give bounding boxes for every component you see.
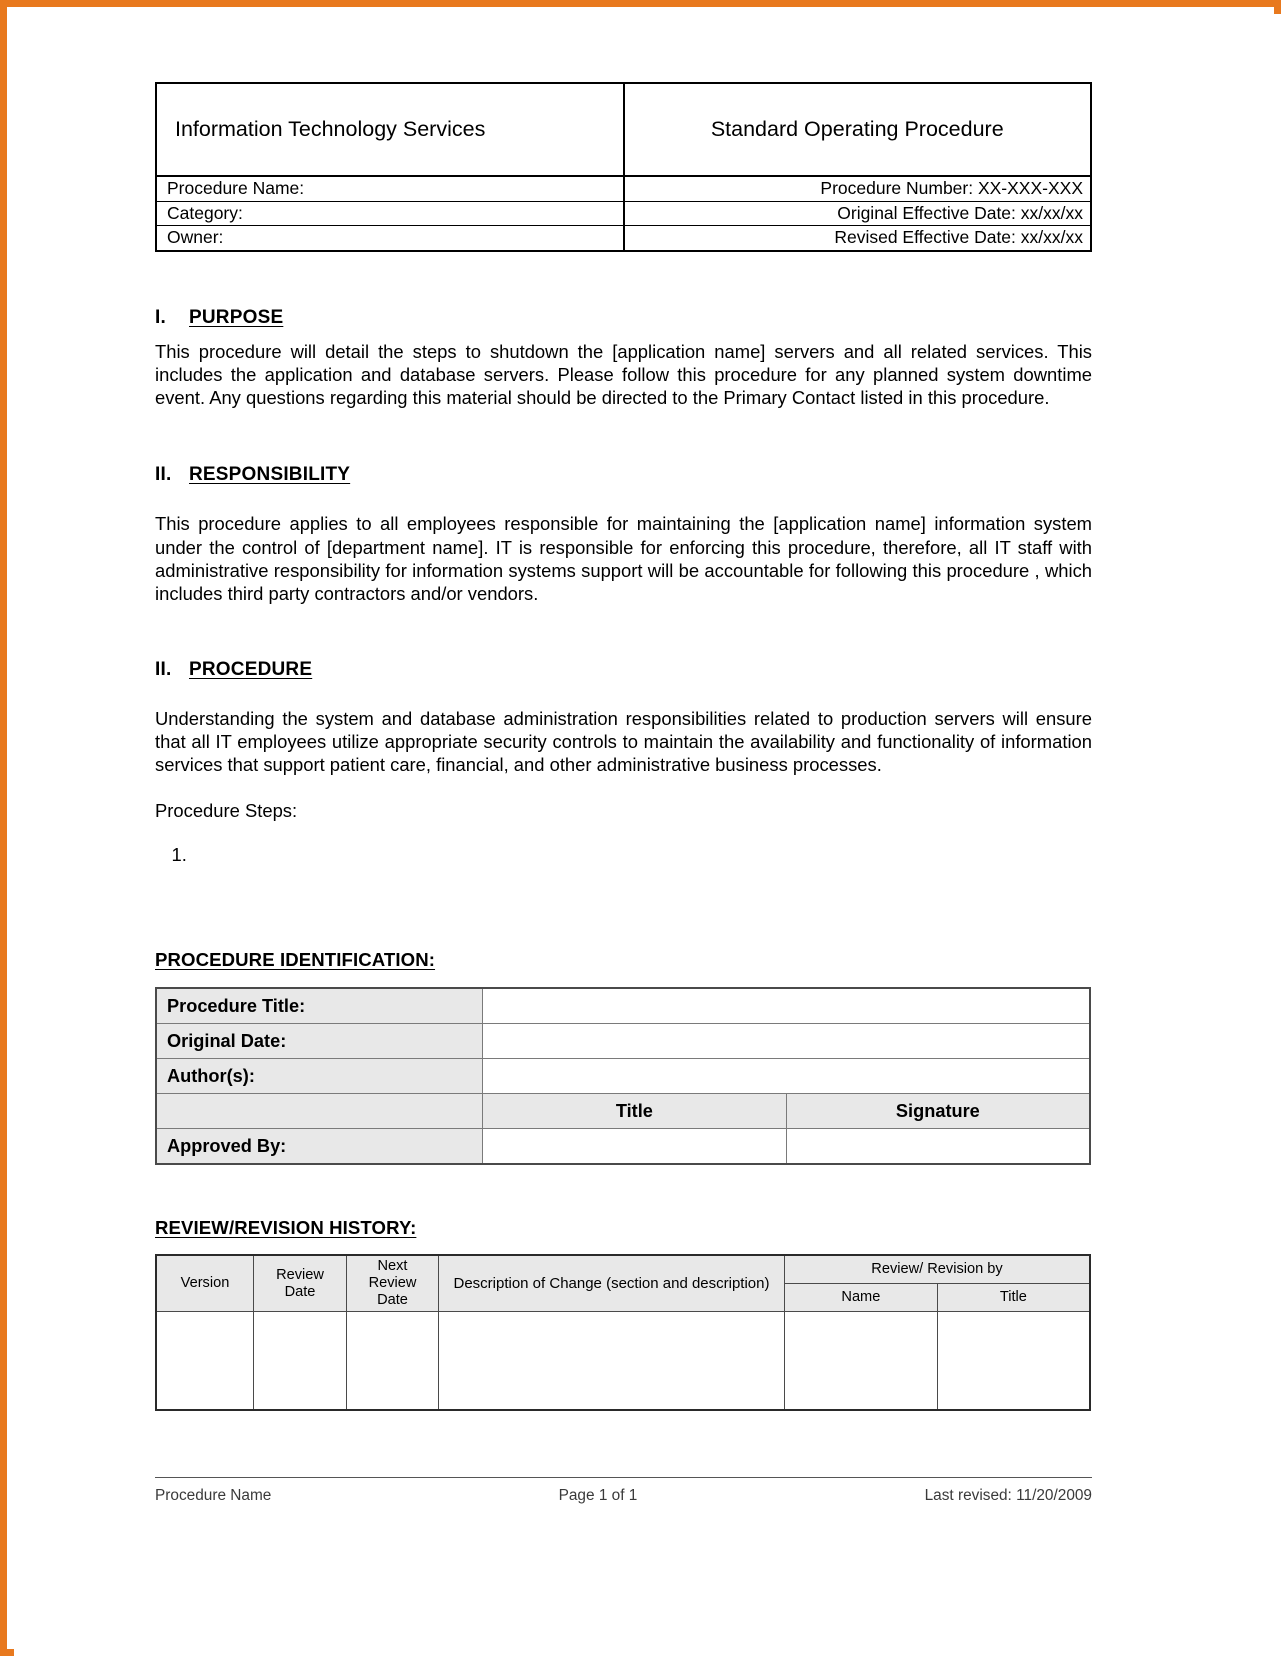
table-row: Procedure Title: bbox=[155, 987, 1091, 1025]
authors-label: Author(s): bbox=[155, 1058, 483, 1095]
column-header-next-review-date: Next Review Date bbox=[346, 1254, 439, 1313]
column-header-version: Version bbox=[155, 1254, 254, 1313]
identification-signature-header: Signature bbox=[785, 1093, 1091, 1130]
section-heading-purpose: I. PURPOSE bbox=[155, 307, 1092, 329]
document-type-cell: Standard Operating Procedure bbox=[622, 82, 1092, 177]
original-effective-date-label: Original Effective Date: xx/xx/xx bbox=[622, 200, 1092, 226]
section-title-purpose: PURPOSE bbox=[189, 306, 284, 328]
section-numeral-responsibility: II. bbox=[155, 464, 172, 486]
identification-title-header: Title bbox=[482, 1093, 787, 1130]
approved-by-title-value[interactable] bbox=[482, 1128, 787, 1166]
footer-page-number: Page 1 of 1 bbox=[558, 1487, 638, 1504]
cell-description-of-change[interactable] bbox=[438, 1311, 785, 1412]
approved-by-signature-value[interactable] bbox=[785, 1128, 1091, 1166]
column-header-description-of-change: Description of Change (section and descr… bbox=[438, 1254, 785, 1313]
identification-blank-header bbox=[155, 1093, 483, 1130]
section-body-responsibility: This procedure applies to all employees … bbox=[155, 513, 1092, 605]
procedure-title-value[interactable] bbox=[482, 987, 1091, 1025]
table-row: Approved By: bbox=[155, 1128, 1091, 1166]
section-numeral-procedure: II. bbox=[155, 658, 172, 680]
procedure-steps-label: Procedure Steps: bbox=[155, 800, 298, 822]
column-header-name: Name bbox=[784, 1283, 938, 1313]
section-body-purpose: This procedure will detail the steps to … bbox=[155, 340, 1092, 409]
approved-by-label: Approved By: bbox=[155, 1128, 483, 1166]
header-field-row-procedure-name: Procedure Name: Procedure Number: XX-XXX… bbox=[155, 175, 1092, 202]
procedure-step-item bbox=[192, 843, 1092, 866]
document-sheet: Information Technology Services Standard… bbox=[14, 14, 1281, 1656]
section-numeral-purpose: I. bbox=[155, 306, 166, 328]
header-field-row-category: Category: Original Effective Date: xx/xx… bbox=[155, 200, 1092, 226]
column-header-title: Title bbox=[936, 1283, 1091, 1313]
next-review-line-1: Next bbox=[377, 1258, 408, 1275]
section-title-responsibility: RESPONSIBILITY bbox=[189, 464, 351, 486]
procedure-title-label: Procedure Title: bbox=[155, 987, 483, 1025]
header-title-row: Information Technology Services Standard… bbox=[155, 82, 1092, 177]
footer-last-revised: Last revised: 11/20/2009 bbox=[924, 1487, 1092, 1504]
footer-row: Procedure Name Page 1 of 1 Last revised:… bbox=[155, 1487, 1092, 1505]
cell-review-date[interactable] bbox=[253, 1311, 347, 1412]
document-content: Information Technology Services Standard… bbox=[155, 14, 1092, 1412]
procedure-number-label: Procedure Number: XX-XXX-XXX bbox=[622, 175, 1092, 202]
section-body-procedure: Understanding the system and database ad… bbox=[155, 707, 1092, 776]
section-title-procedure: PROCEDURE bbox=[189, 658, 313, 680]
cell-next-review-date[interactable] bbox=[346, 1311, 439, 1412]
review-revision-history-heading: REVIEW/REVISION HISTORY: bbox=[155, 1217, 417, 1239]
review-date-line-2: Date bbox=[284, 1283, 316, 1300]
page-footer: Procedure Name Page 1 of 1 Last revised:… bbox=[155, 1477, 1092, 1505]
cell-name[interactable] bbox=[784, 1311, 938, 1412]
section-heading-responsibility: II. RESPONSIBILITY bbox=[155, 464, 1092, 486]
footer-procedure-name: Procedure Name bbox=[155, 1487, 272, 1504]
page-border-frame: Information Technology Services Standard… bbox=[0, 0, 1281, 1656]
footer-divider bbox=[155, 1477, 1092, 1478]
procedure-identification-heading: PROCEDURE IDENTIFICATION: bbox=[155, 949, 436, 971]
table-header-row: Title Signature bbox=[155, 1093, 1091, 1130]
header-field-row-owner: Owner: Revised Effective Date: xx/xx/xx bbox=[155, 225, 1092, 252]
table-row: Original Date: bbox=[155, 1023, 1091, 1060]
procedure-identification-table: Procedure Title: Original Date: Author(s… bbox=[155, 987, 1091, 1166]
column-header-review-date: Review Date bbox=[253, 1254, 347, 1313]
table-header-row: Version Review Date Next Review Date Des… bbox=[155, 1254, 1091, 1313]
procedure-steps-list bbox=[155, 843, 1092, 866]
review-revision-history-table: Version Review Date Next Review Date Des… bbox=[155, 1254, 1091, 1412]
table-row bbox=[155, 1311, 1091, 1412]
section-heading-procedure: II. PROCEDURE bbox=[155, 659, 1092, 681]
next-review-line-2: Review bbox=[368, 1275, 417, 1292]
owner-label: Owner: bbox=[155, 225, 625, 252]
revised-effective-date-label: Revised Effective Date: xx/xx/xx bbox=[622, 225, 1092, 252]
review-date-line-1: Review bbox=[276, 1266, 324, 1283]
department-name-cell: Information Technology Services bbox=[155, 82, 625, 177]
document-header-table: Information Technology Services Standard… bbox=[155, 82, 1092, 252]
original-date-value[interactable] bbox=[482, 1023, 1091, 1060]
category-label: Category: bbox=[155, 200, 625, 226]
next-review-line-3: Date bbox=[377, 1292, 408, 1309]
procedure-name-label: Procedure Name: bbox=[155, 175, 625, 202]
authors-value[interactable] bbox=[482, 1058, 1091, 1095]
column-header-review-revision-by: Review/ Revision by bbox=[784, 1254, 1091, 1285]
cell-title[interactable] bbox=[936, 1311, 1091, 1412]
cell-version[interactable] bbox=[155, 1311, 254, 1412]
original-date-label: Original Date: bbox=[155, 1023, 483, 1060]
table-row: Author(s): bbox=[155, 1058, 1091, 1095]
